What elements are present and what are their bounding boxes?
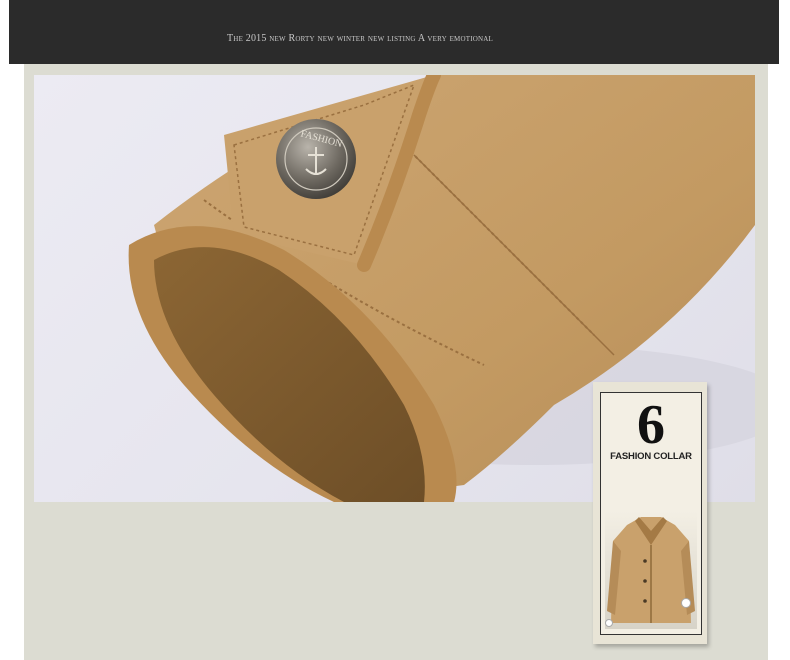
jacket-thumbnail — [605, 511, 697, 629]
feature-card: 6 FASHION COLLAR — [600, 392, 702, 635]
indicator-dot — [605, 619, 613, 627]
jacket-icon — [607, 517, 695, 623]
top-banner: The 2015 new Rorty new winter new listin… — [9, 0, 779, 64]
banner-text: The 2015 new Rorty new winter new listin… — [227, 33, 493, 44]
indicator-dot — [681, 598, 691, 608]
button-icon: FASHION — [276, 119, 356, 199]
feature-number: 6 — [637, 394, 665, 456]
feature-label: FASHION COLLAR — [610, 451, 692, 462]
